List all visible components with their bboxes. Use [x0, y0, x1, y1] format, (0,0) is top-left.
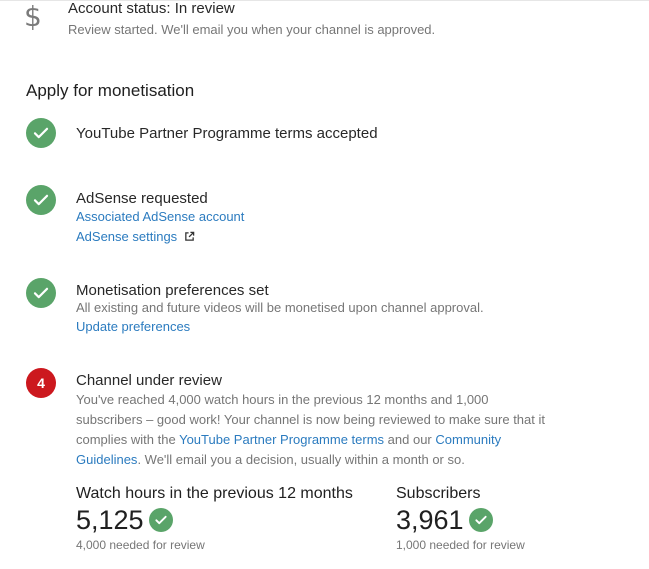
- check-icon: [26, 118, 56, 148]
- dollar-icon: $: [24, 0, 42, 33]
- external-link-icon[interactable]: [184, 229, 195, 247]
- subscribers-note: 1,000 needed for review: [396, 538, 525, 552]
- section-title: Apply for monetisation: [26, 81, 195, 100]
- check-icon: [26, 278, 56, 308]
- update-preferences-link-row: Update preferences: [76, 318, 190, 336]
- step-4-description: You've reached 4,000 watch hours in the …: [76, 390, 556, 470]
- associated-adsense-link-row: Associated AdSense account: [76, 208, 244, 226]
- watch-hours-note: 4,000 needed for review: [76, 538, 205, 552]
- check-icon: [468, 508, 493, 532]
- watch-hours-value: 5,125: [76, 505, 144, 535]
- subscribers-value-row: 3,961: [396, 504, 493, 536]
- check-icon: [26, 185, 56, 215]
- watch-hours-label: Watch hours in the previous 12 months: [76, 485, 353, 502]
- step-1-title: YouTube Partner Programme terms accepted: [76, 125, 378, 142]
- associated-adsense-account-link[interactable]: Associated AdSense account: [76, 209, 244, 224]
- step-3-description: All existing and future videos will be m…: [76, 300, 484, 315]
- account-status-title: Account status: In review: [68, 0, 235, 17]
- step-4-text-after: . We'll email you a decision, usually wi…: [137, 452, 465, 467]
- step-4-number-badge: 4: [26, 368, 56, 398]
- step-4-title: Channel under review: [76, 372, 222, 389]
- watch-hours-value-row: 5,125: [76, 504, 173, 536]
- partner-programme-terms-link[interactable]: YouTube Partner Programme terms: [179, 432, 384, 447]
- subscribers-value: 3,961: [396, 505, 464, 535]
- step-2-title: AdSense requested: [76, 190, 208, 207]
- update-preferences-link[interactable]: Update preferences: [76, 319, 190, 334]
- subscribers-label: Subscribers: [396, 485, 481, 502]
- check-icon: [148, 508, 173, 532]
- account-status-description: Review started. We'll email you when you…: [68, 22, 436, 37]
- adsense-settings-link[interactable]: AdSense settings: [76, 229, 177, 244]
- adsense-settings-link-row: AdSense settings: [76, 228, 195, 247]
- step-4-text-mid: and our: [384, 432, 436, 447]
